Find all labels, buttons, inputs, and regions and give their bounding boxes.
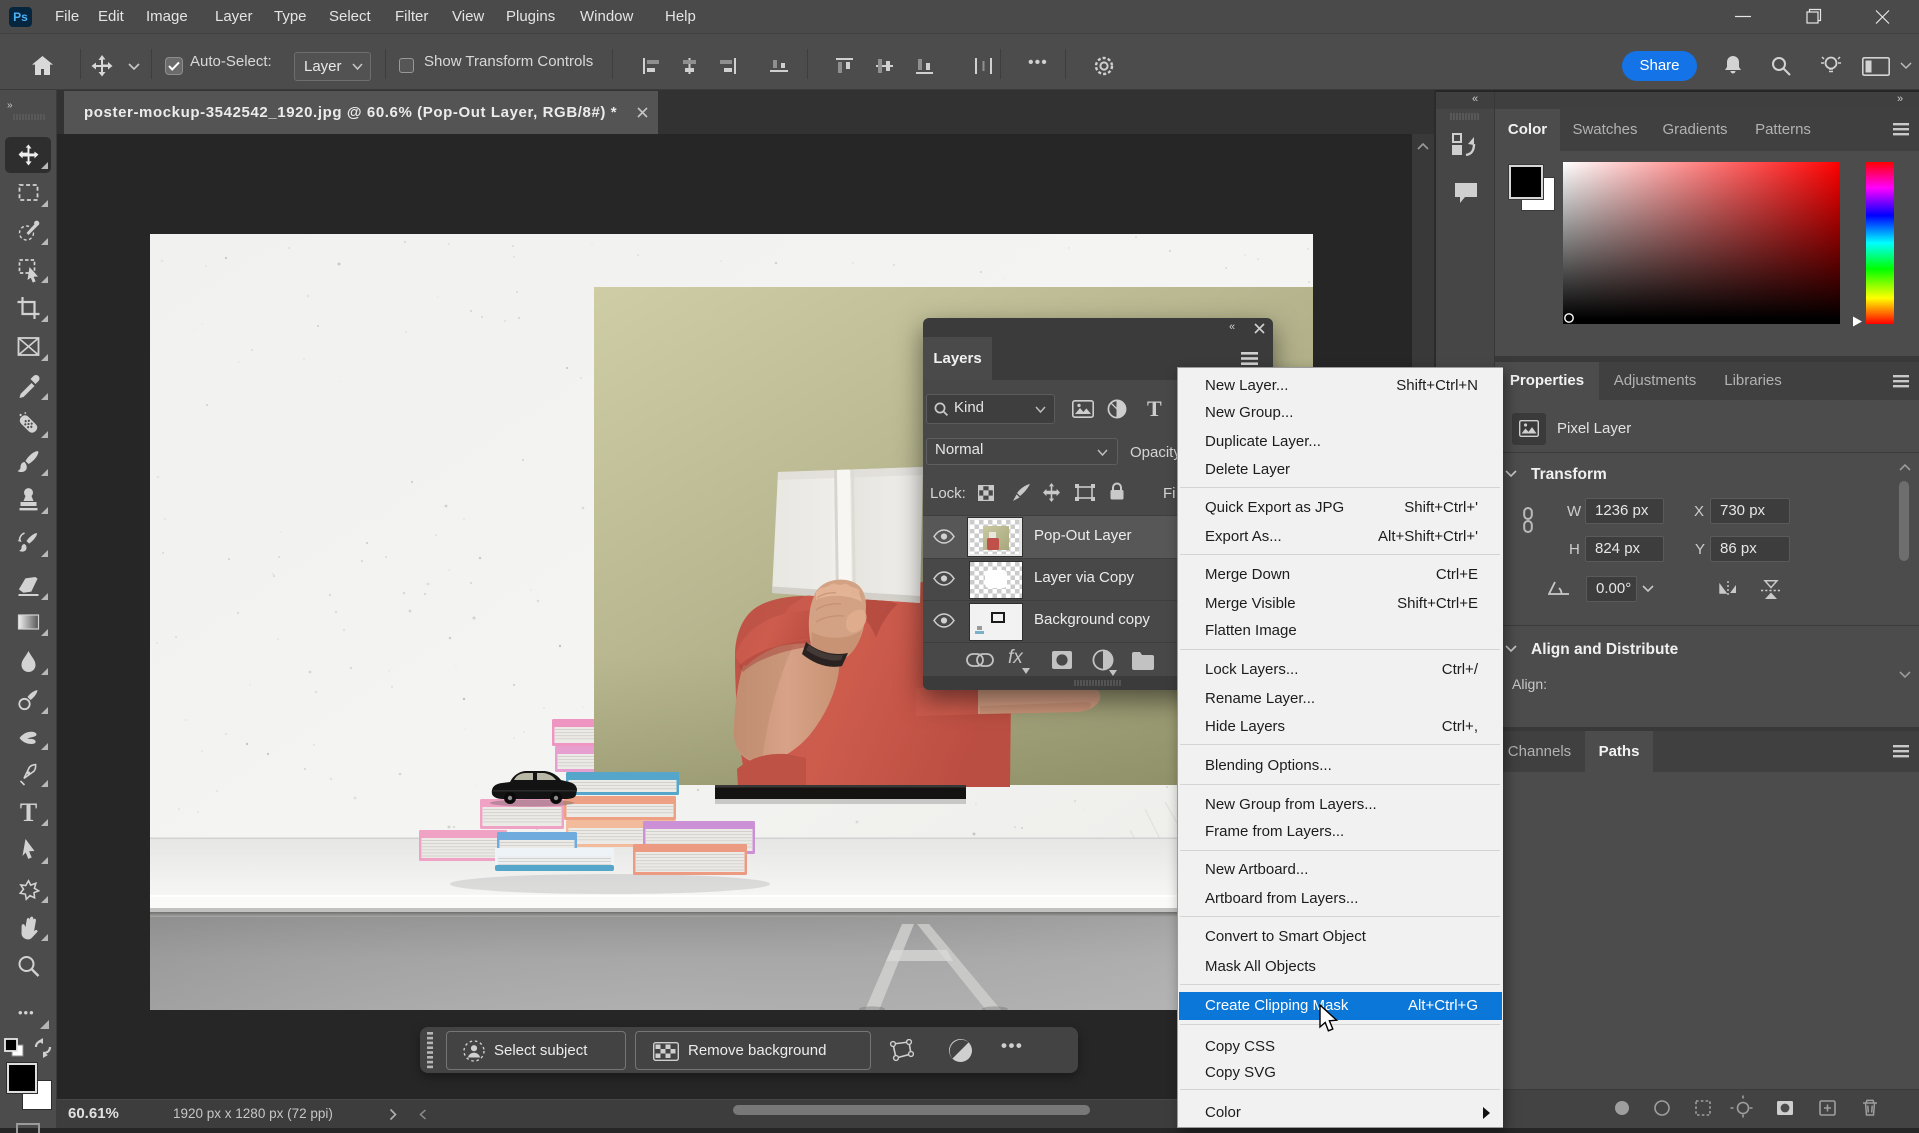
- svg-text:T: T: [20, 798, 37, 826]
